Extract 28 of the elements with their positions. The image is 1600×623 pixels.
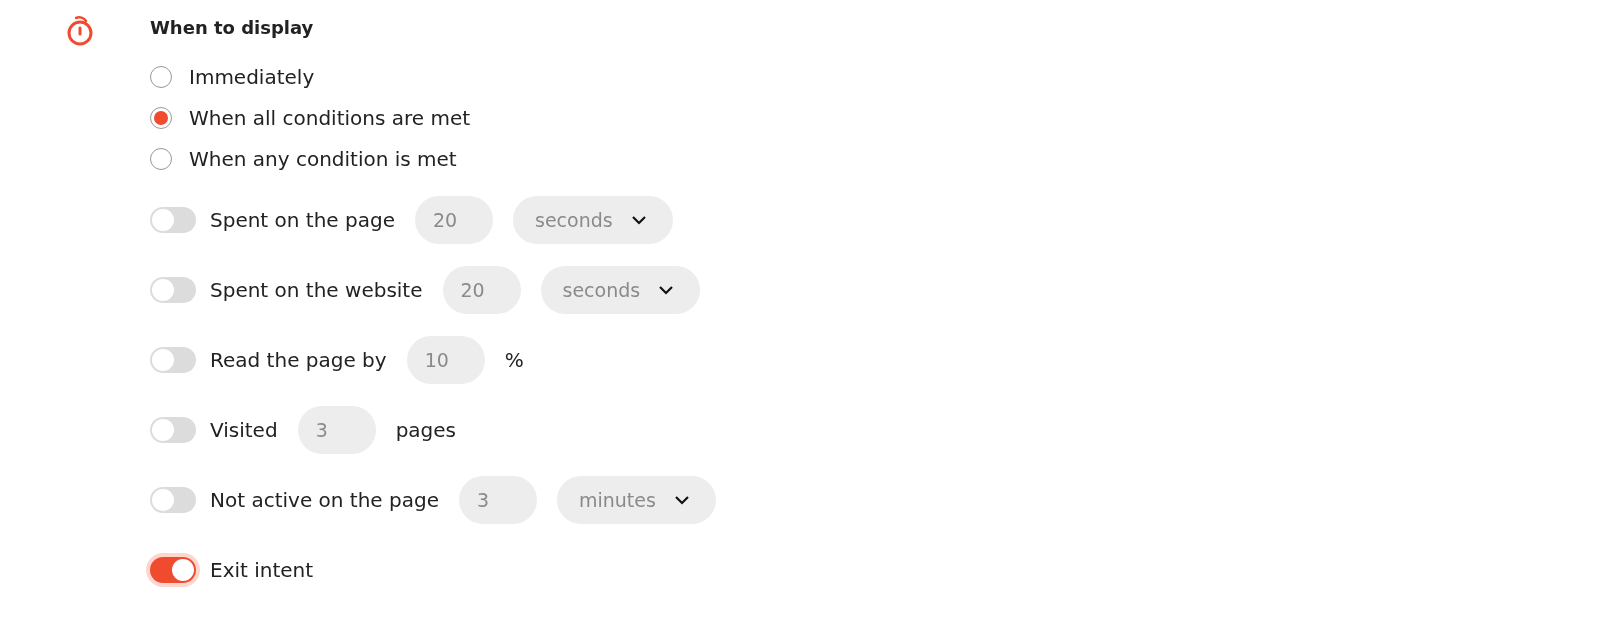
unit-dropdown[interactable]: seconds: [540, 266, 701, 314]
unit-label: %: [504, 348, 524, 372]
toggle-switch[interactable]: [150, 347, 196, 373]
condition-label: Spent on the website: [210, 278, 423, 302]
chevron-down-icon: [630, 215, 647, 225]
unit-label: pages: [395, 418, 456, 442]
condition-label: Visited: [210, 418, 278, 442]
radio-label[interactable]: Immediately: [189, 65, 315, 89]
chevron-down-icon: [658, 285, 675, 295]
condition-label: Spent on the page: [210, 208, 395, 232]
number-field[interactable]: 3: [297, 406, 376, 454]
unit-dropdown[interactable]: seconds: [513, 196, 673, 244]
number-field[interactable]: 20: [415, 196, 493, 244]
number-field[interactable]: 10: [406, 336, 485, 384]
radio-label[interactable]: When any condition is met: [189, 147, 457, 171]
toggle-switch[interactable]: [150, 207, 196, 233]
chevron-down-icon: [673, 495, 690, 505]
toggle-switch[interactable]: [150, 487, 196, 513]
condition-label: Read the page by: [210, 348, 387, 372]
radio-label[interactable]: When all conditions are met: [189, 106, 471, 130]
condition-label: Exit intent: [210, 558, 314, 582]
section-title: When to display: [150, 15, 315, 40]
unit-dropdown[interactable]: minutes: [556, 476, 716, 524]
toggle-switch[interactable]: [150, 417, 196, 443]
toggle-switch[interactable]: [150, 277, 196, 303]
number-field[interactable]: 20: [442, 266, 521, 314]
number-field[interactable]: 3: [458, 476, 537, 524]
condition-label: Not active on the page: [210, 488, 439, 512]
